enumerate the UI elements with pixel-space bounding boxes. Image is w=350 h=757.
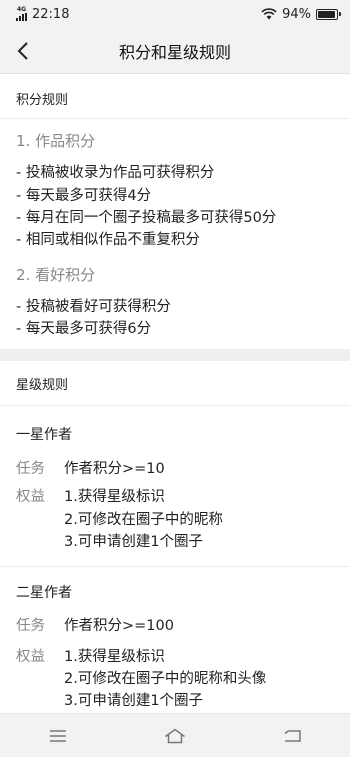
works-rule-4: - 相同或相似作品不重复积分 — [16, 232, 200, 248]
cellular-signal-icon: 4G — [16, 7, 27, 21]
system-nav-bar — [0, 713, 350, 757]
works-rule-1: - 投稿被收录为作品可获得积分 — [16, 165, 215, 181]
back-nav-button[interactable] — [272, 716, 312, 756]
task-value: 作者积分>=100 — [64, 618, 174, 634]
right-item-3: 3.可申请创建1个圈子 — [64, 693, 204, 709]
likes-points-heading: 2. 看好积分 — [16, 266, 96, 284]
right-item-2: 2.可修改在圈子中的昵称 — [64, 512, 223, 528]
battery-fill — [318, 10, 335, 18]
likes-rule-1: - 投稿被看好可获得积分 — [16, 299, 171, 315]
works-rule-2: - 每天最多可获得4分 — [16, 188, 152, 204]
right-item-1: 1.获得星级标识 — [64, 649, 165, 665]
back-icon — [284, 729, 301, 742]
star-level-1-title: 一星作者 — [16, 427, 72, 443]
back-button[interactable] — [6, 34, 40, 68]
battery-percent: 94% — [282, 6, 311, 22]
star-section-title: 星级规则 — [16, 377, 69, 393]
task-label: 任务 — [16, 461, 45, 477]
chevron-left-icon — [17, 42, 28, 60]
rights-label: 权益 — [16, 649, 45, 665]
home-icon — [165, 728, 185, 743]
menu-button[interactable] — [38, 716, 78, 756]
likes-rule-2: - 每天最多可获得6分 — [16, 321, 152, 337]
status-bar-right: 94% — [261, 6, 341, 22]
works-points-heading: 1. 作品积分 — [16, 132, 96, 150]
task-value: 作者积分>=10 — [64, 461, 165, 477]
task-label: 任务 — [16, 618, 45, 634]
status-time: 22:18 — [32, 6, 70, 22]
divider — [0, 405, 350, 406]
wifi-icon — [261, 8, 277, 20]
status-bar: 4G 22:18 94% — [0, 0, 350, 28]
divider — [0, 566, 350, 567]
battery-icon — [316, 8, 341, 20]
right-item-1: 1.获得星级标识 — [64, 489, 165, 505]
section-gap — [0, 349, 350, 361]
rights-label: 权益 — [16, 489, 45, 505]
works-rule-3: - 每月在同一个圈子投稿最多可获得50分 — [16, 210, 277, 226]
points-section-title: 积分规则 — [16, 92, 69, 108]
menu-icon — [50, 729, 67, 742]
divider — [0, 118, 350, 119]
page-title: 积分和星级规则 — [118, 42, 231, 62]
status-bar-left: 4G 22:18 — [16, 7, 69, 22]
right-item-3: 3.可申请创建1个圈子 — [64, 534, 204, 550]
home-button[interactable] — [155, 716, 195, 756]
star-level-2-title: 二星作者 — [16, 585, 72, 601]
right-item-2: 2.可修改在圈子中的昵称和头像 — [64, 671, 267, 687]
title-bar: 积分和星级规则 — [0, 28, 350, 74]
